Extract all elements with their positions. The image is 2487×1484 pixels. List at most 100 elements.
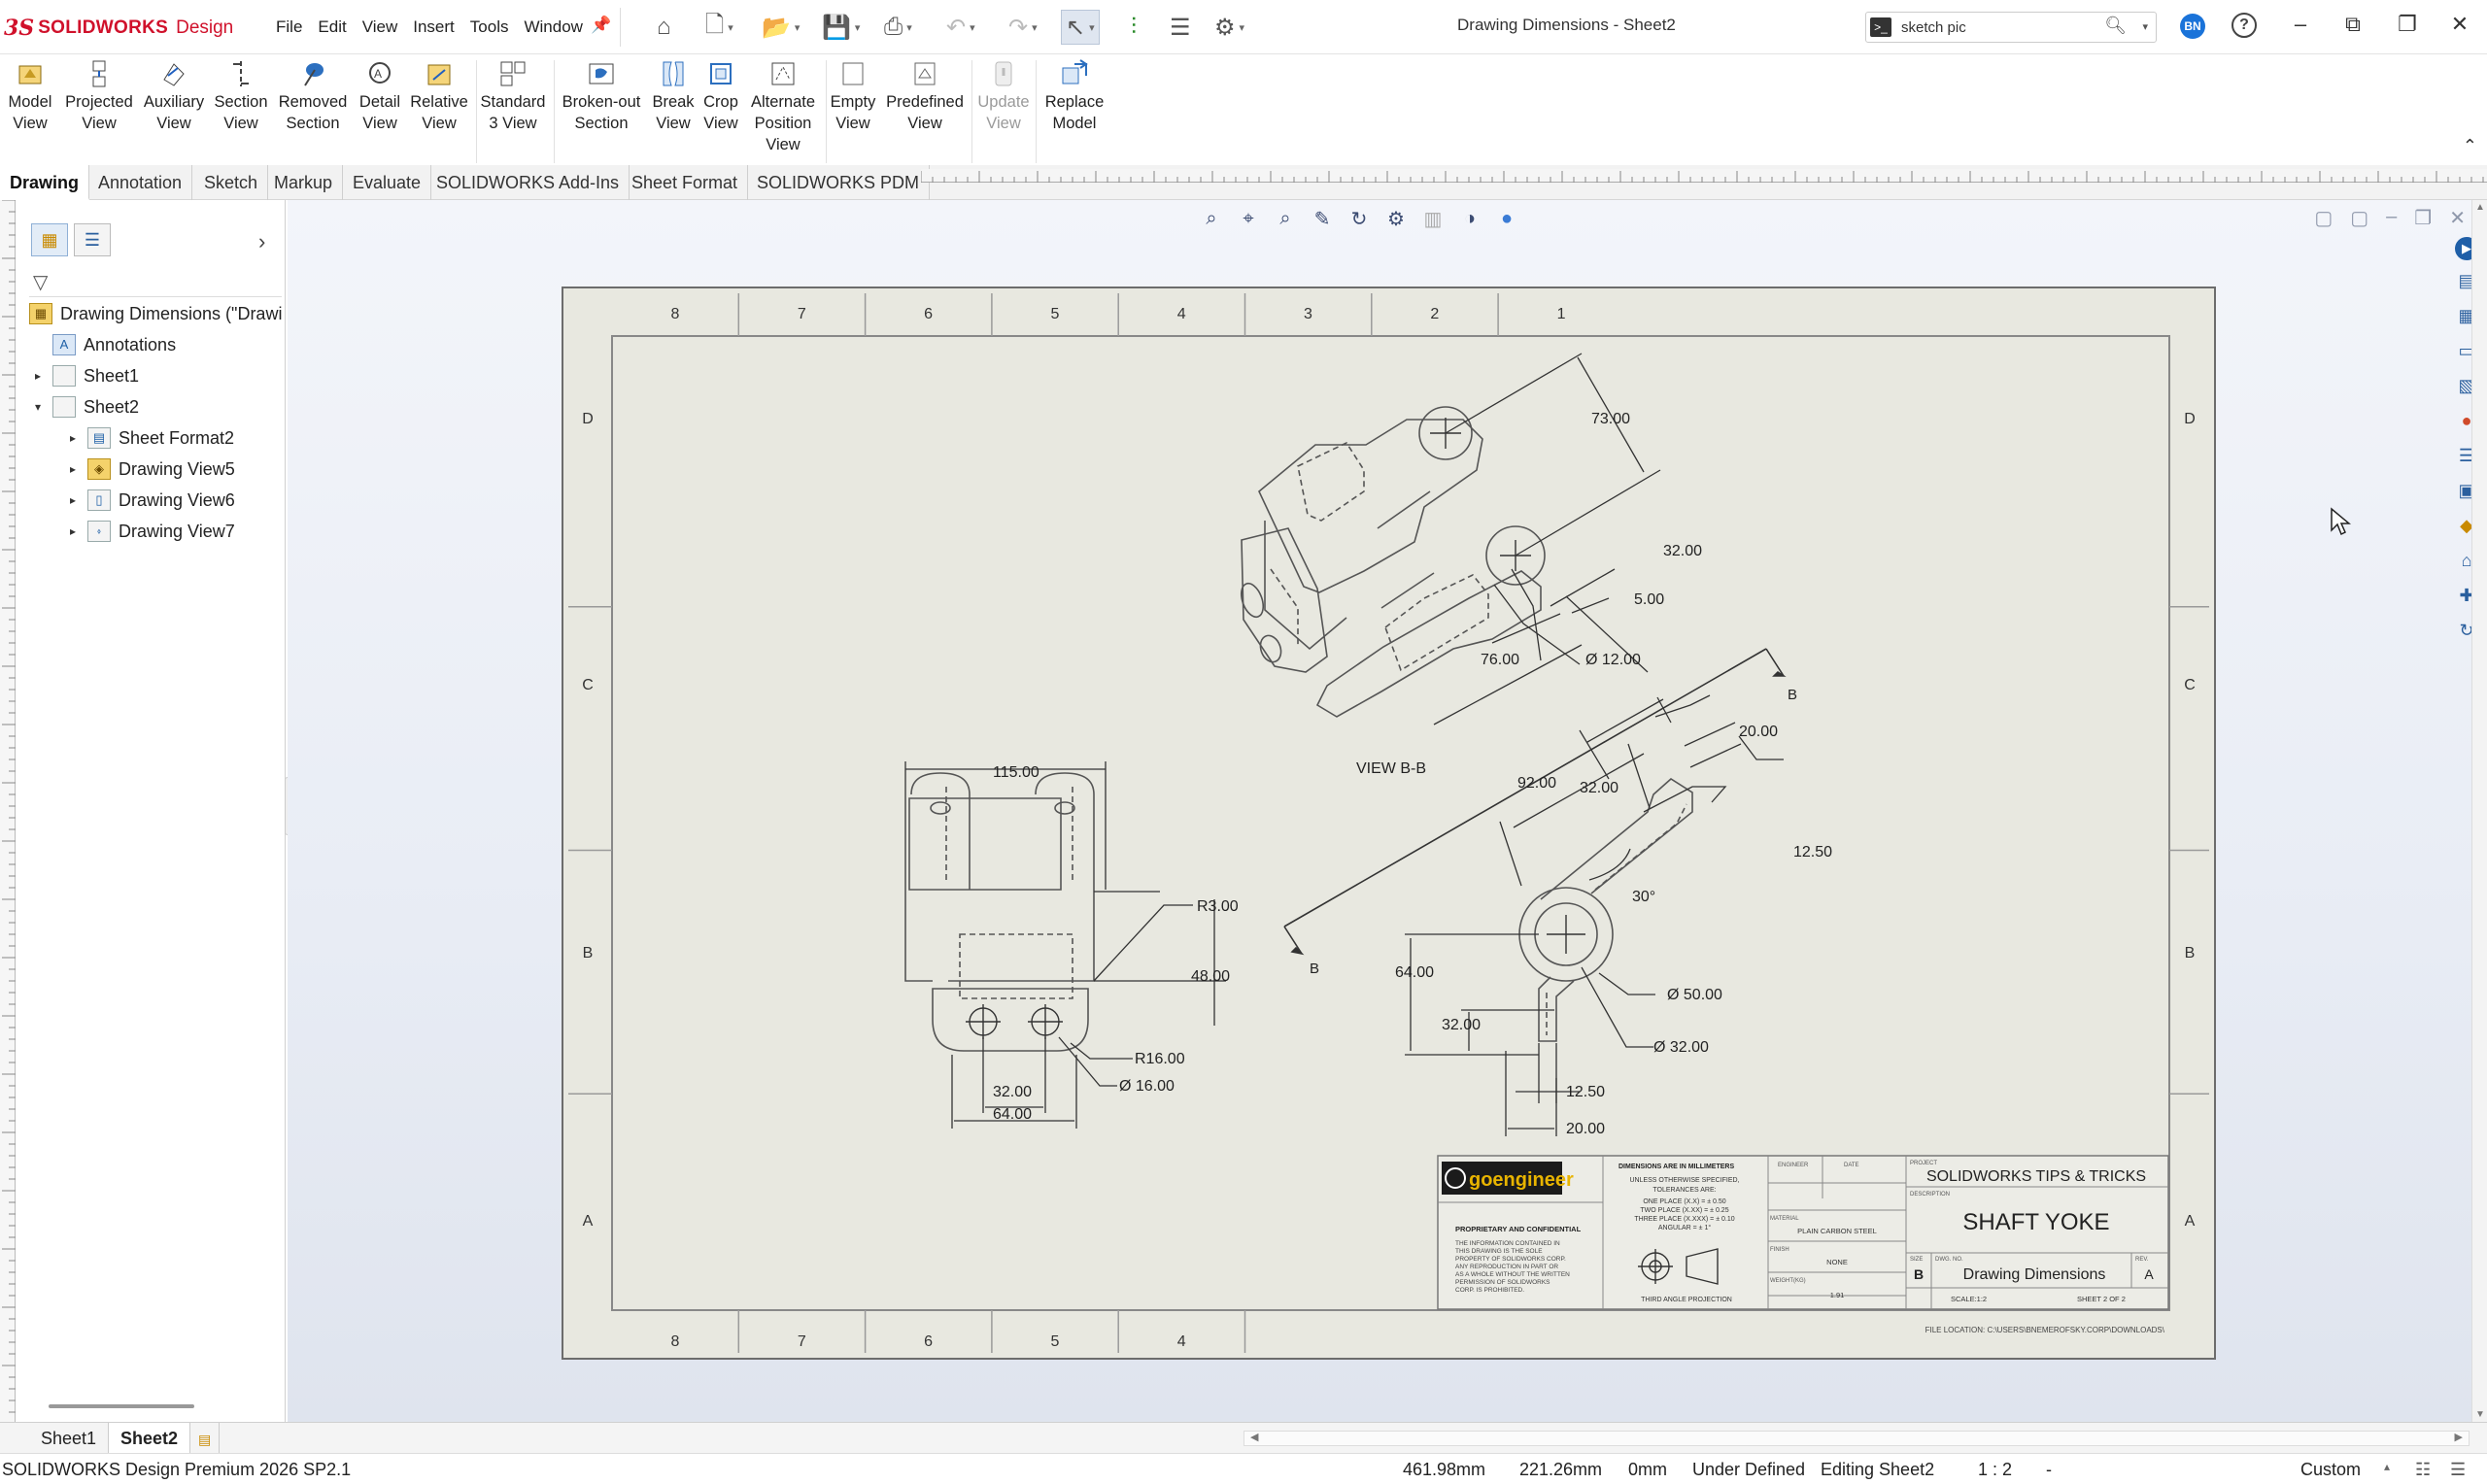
tree-item-drawing-view7[interactable]: ▸ ⬫ Drawing View7 (64, 517, 235, 546)
menu-insert[interactable]: Insert (405, 16, 462, 39)
chevron-up-icon[interactable]: ▴ (2384, 1460, 2390, 1473)
crop-view-button[interactable]: Crop View (696, 58, 746, 134)
replace-model-button[interactable]: Replace Model (1041, 58, 1107, 134)
chevron-down-icon[interactable]: ▾ (795, 21, 801, 34)
removed-section-button[interactable]: Removed Section (274, 58, 352, 134)
sheet-tab-sheet2[interactable]: Sheet2 (109, 1423, 191, 1454)
menu-tools[interactable]: Tools (462, 16, 517, 39)
tab-sheet-format[interactable]: Sheet Format (622, 165, 749, 200)
search-input[interactable] (1901, 16, 2095, 39)
save-button[interactable]: 💾 ▾ (822, 10, 860, 45)
chevron-down-icon[interactable]: ▾ (2142, 20, 2148, 33)
tab-sketch[interactable]: Sketch (194, 165, 269, 200)
dim-64-section[interactable]: 64.00 (1395, 964, 1434, 981)
dim-r16[interactable]: R16.00 (1135, 1051, 1185, 1067)
tab-drawing[interactable]: Drawing (0, 165, 90, 200)
dim-20-bottom[interactable]: 20.00 (1566, 1121, 1605, 1137)
new-document-button[interactable]: 🗋 ▾ (705, 10, 733, 45)
open-button[interactable]: 📂 ▾ (762, 10, 800, 45)
menu-file[interactable]: File (268, 16, 310, 39)
dim-76[interactable]: 76.00 (1481, 652, 1519, 668)
scroll-left-icon[interactable]: ◀ (1250, 1431, 1258, 1443)
dim-64-front[interactable]: 64.00 (993, 1106, 1032, 1123)
dim-115[interactable]: 115.00 (993, 764, 1039, 781)
avatar[interactable]: BN (2180, 14, 2205, 39)
broken-out-section-button[interactable]: Broken-out Section (558, 58, 645, 134)
options-button[interactable]: ⚙ ▾ (1214, 10, 1244, 45)
alternate-position-view-button[interactable]: Alternate Position View (746, 58, 820, 155)
tab-markup[interactable]: Markup (264, 165, 344, 200)
rebuild-status-icon[interactable]: ☷ (2415, 1460, 2431, 1480)
dim-dia-32[interactable]: Ø 32.00 (1653, 1039, 1709, 1056)
tree-item-drawing-view5[interactable]: ▸ ◈ Drawing View5 (64, 455, 235, 484)
dim-dia-12[interactable]: Ø 12.00 (1585, 652, 1641, 668)
dim-12-5-bottom[interactable]: 12.50 (1566, 1084, 1605, 1100)
auxiliary-view-button[interactable]: Auxiliary View (140, 58, 208, 134)
update-view-button[interactable]: Update View (975, 58, 1032, 134)
menu-edit[interactable]: Edit (310, 16, 354, 39)
home-button[interactable]: ⌂ (657, 10, 671, 45)
property-manager-tab[interactable]: ☰ (74, 223, 111, 256)
tree-item-sheet1[interactable]: ▸ Sheet1 (29, 361, 139, 390)
chevron-right-icon[interactable]: ▸ (64, 486, 82, 515)
add-sheet-button[interactable]: ▤ (190, 1423, 221, 1454)
chevron-right-icon[interactable]: ▸ (64, 517, 82, 546)
tab-evaluate[interactable]: Evaluate (343, 165, 432, 200)
print-button[interactable]: ⎙ ▾ (884, 10, 912, 45)
maximize-button[interactable]: ❐ (2390, 12, 2425, 37)
solidworks-logo[interactable]: 3S SOLIDWORKS Design (4, 14, 233, 43)
dim-92[interactable]: 92.00 (1517, 775, 1556, 792)
model-view-button[interactable]: Model View (4, 58, 56, 134)
dim-dia-16[interactable]: Ø 16.00 (1119, 1078, 1175, 1095)
dim-12-5-top[interactable]: 12.50 (1793, 844, 1832, 860)
chevron-down-icon[interactable]: ▾ (728, 21, 733, 34)
restore-layout-button[interactable]: ⧉ (2335, 12, 2370, 37)
menu-window[interactable]: Window (516, 16, 590, 39)
dim-32-vertical[interactable]: 32.00 (1442, 1017, 1481, 1033)
drawing-sheet[interactable]: 88776655443 2 1D DC CB BA A 73.00 32.00 … (288, 200, 2471, 1422)
sheet-scale[interactable]: 1 : 2 (1978, 1460, 2012, 1480)
customize-status-bar-icon[interactable]: ☰ (2450, 1460, 2466, 1480)
chevron-down-icon[interactable]: ▾ (29, 392, 47, 422)
standard-3-view-button[interactable]: Standard 3 View (480, 58, 546, 134)
unit-system[interactable]: Custom (2300, 1460, 2361, 1480)
detail-view-button[interactable]: A Detail View (356, 58, 404, 134)
pin-icon[interactable]: 📌 (591, 16, 611, 35)
redo-button[interactable]: ↷ ▾ (1008, 10, 1038, 45)
feature-tree-tab[interactable]: ▦ (31, 223, 68, 256)
graphics-area[interactable]: ⌕ ⌖ ⌕ ✎ ↻ ⚙ ▥ ◑ ● ▢ ▢ – ❐ ✕ 887766554432… (288, 200, 2471, 1422)
chevron-right-icon[interactable]: ▸ (64, 455, 82, 484)
chevron-down-icon[interactable]: ▾ (855, 21, 861, 34)
scroll-down-icon[interactable]: ▼ (2475, 1409, 2485, 1420)
tree-horizontal-scrollbar[interactable] (49, 1404, 194, 1408)
tab-solidworks-pdm[interactable]: SOLIDWORKS PDM (747, 165, 931, 200)
tab-annotation[interactable]: Annotation (88, 165, 193, 200)
chevron-right-icon[interactable]: ▸ (64, 423, 82, 453)
select-button[interactable]: ↖ ▾ (1061, 10, 1100, 45)
tree-root[interactable]: ▦ Drawing Dimensions ("Drawi (29, 299, 282, 328)
dim-r3[interactable]: R3.00 (1197, 898, 1239, 915)
dim-20-top[interactable]: 20.00 (1739, 724, 1778, 740)
sheet-tab-sheet1[interactable]: Sheet1 (29, 1423, 110, 1454)
predefined-view-button[interactable]: Predefined View (880, 58, 970, 134)
tree-item-drawing-view6[interactable]: ▸ ▯ Drawing View6 (64, 486, 235, 515)
menu-view[interactable]: View (355, 16, 406, 39)
dim-5[interactable]: 5.00 (1634, 591, 1664, 608)
chevron-right-icon[interactable]: ▸ (29, 361, 47, 390)
projected-view-button[interactable]: Projected View (62, 58, 136, 134)
dim-angle-30[interactable]: 30° (1632, 889, 1655, 905)
search-box[interactable]: >_ 🔍︎ ▾ (1865, 12, 2157, 43)
collapse-ribbon-icon[interactable]: ⌃ (2463, 136, 2477, 156)
chevron-down-icon[interactable]: ▾ (1240, 21, 1245, 34)
dim-32-section[interactable]: 32.00 (1580, 780, 1618, 796)
section-view-button[interactable]: Section View (210, 58, 272, 134)
minimize-button[interactable]: – (2283, 12, 2318, 37)
chevron-down-icon[interactable]: ▾ (1089, 21, 1095, 34)
dim-dia-50[interactable]: Ø 50.00 (1667, 987, 1722, 1003)
dim-73[interactable]: 73.00 (1591, 411, 1630, 427)
relative-view-button[interactable]: Relative View (406, 58, 472, 134)
chevron-right-icon[interactable]: › (258, 229, 265, 254)
file-properties-button[interactable]: ☰ (1170, 10, 1191, 45)
tree-item-sheet-format2[interactable]: ▸ ▤ Sheet Format2 (64, 423, 234, 453)
dim-32[interactable]: 32.00 (1663, 543, 1702, 559)
